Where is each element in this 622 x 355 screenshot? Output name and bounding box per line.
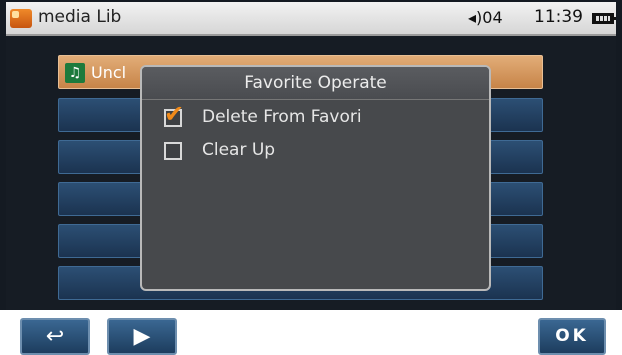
return-arrow-icon: ↩ bbox=[45, 324, 65, 349]
status-bar: media Lib ◂)04 11:39 bbox=[6, 2, 616, 36]
media-library-icon bbox=[10, 9, 32, 28]
option-delete-from-favorites[interactable]: ✔ Delete From Favori bbox=[164, 102, 474, 131]
option-label: Clear Up bbox=[202, 140, 276, 160]
option-clear-up[interactable]: Clear Up bbox=[164, 140, 474, 164]
bottom-toolbar: ↩ ▶ OK bbox=[0, 310, 622, 355]
checkbox-checked[interactable]: ✔ bbox=[164, 102, 184, 127]
device-screen: media Lib ◂)04 11:39 ♫ Uncl Favorite Ope… bbox=[0, 0, 622, 355]
speaker-icon: ◂) bbox=[468, 8, 483, 27]
option-label: Delete From Favori bbox=[202, 107, 362, 127]
ok-button[interactable]: OK bbox=[538, 318, 606, 355]
music-note-icon: ♫ bbox=[65, 63, 85, 83]
clock: 11:39 bbox=[534, 7, 583, 27]
back-button[interactable]: ↩ bbox=[20, 318, 90, 355]
volume-level: 04 bbox=[482, 8, 503, 27]
checkmark-icon: ✔ bbox=[164, 100, 185, 128]
list-item-label: Uncl bbox=[91, 63, 127, 82]
play-button[interactable]: ▶ bbox=[107, 318, 177, 355]
volume-indicator: ◂)04 bbox=[468, 8, 503, 27]
app-title: media Lib bbox=[38, 7, 122, 27]
battery-icon bbox=[592, 13, 616, 24]
dialog-title: Favorite Operate bbox=[142, 67, 489, 100]
favorite-operate-dialog: Favorite Operate ✔ Delete From Favori Cl… bbox=[140, 65, 491, 291]
checkbox-unchecked[interactable] bbox=[164, 142, 182, 160]
play-icon: ▶ bbox=[133, 324, 151, 349]
